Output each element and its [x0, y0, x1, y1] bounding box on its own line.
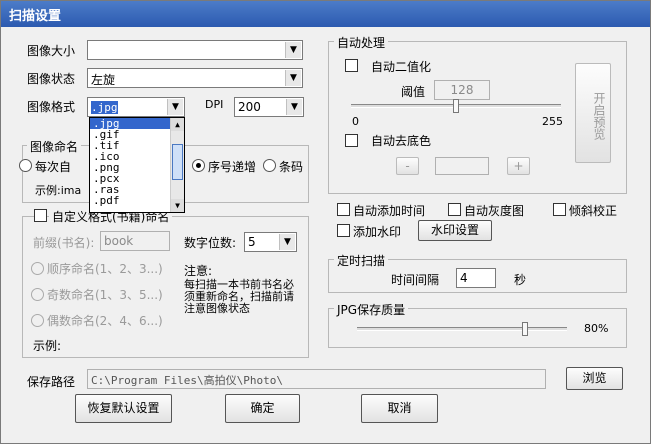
- dpi-label: DPI: [205, 98, 224, 111]
- window-title: 扫描设置: [9, 9, 62, 24]
- image-size-label: 图像大小: [27, 44, 76, 58]
- add-watermark-label: 添加水印: [353, 225, 402, 239]
- slider-max-label: 255: [542, 115, 563, 128]
- chevron-down-icon[interactable]: ▼: [285, 42, 301, 58]
- naming-group-title: 图像命名: [27, 138, 82, 155]
- auto-bg-label: 自动去底色: [371, 134, 432, 148]
- image-state-combo[interactable]: 左旋 ▼: [87, 68, 303, 88]
- title-bar: 扫描设置: [1, 1, 650, 27]
- chevron-down-icon[interactable]: ▼: [279, 234, 295, 250]
- preview-toggle-label: 开启预览: [592, 92, 606, 140]
- threshold-label: 阈值: [401, 85, 426, 99]
- jpg-quality-slider-track[interactable]: [357, 327, 567, 331]
- threshold-slider-thumb[interactable]: [453, 99, 459, 113]
- auto-bg-checkbox[interactable]: [345, 134, 358, 147]
- image-format-dropdown[interactable]: .jpg .gif .tif .ico .png .pcx .ras .pdf ▲ ▼: [89, 117, 185, 213]
- chevron-down-icon[interactable]: ▼: [286, 99, 302, 115]
- add-watermark-checkbox[interactable]: [337, 224, 350, 237]
- preview-toggle-button[interactable]: 开启预览: [575, 63, 611, 163]
- plus-icon: +: [513, 159, 524, 173]
- chevron-down-icon[interactable]: ▼: [285, 70, 301, 86]
- increase-button[interactable]: +: [507, 157, 530, 175]
- radio-barcode[interactable]: [263, 159, 276, 172]
- naming-example: 示例:ima: [35, 184, 82, 197]
- radio-sequence[interactable]: [192, 159, 205, 172]
- image-state-value: 左旋: [91, 73, 116, 87]
- radio-sequential[interactable]: [31, 262, 44, 275]
- save-path-label: 保存路径: [27, 375, 76, 389]
- radio-odd-label: 奇数命名(1、3、5...): [47, 288, 163, 302]
- auto-binarize-checkbox[interactable]: [345, 59, 358, 72]
- radio-sequential-label: 顺序命名(1、2、3...): [47, 262, 163, 276]
- cancel-button-label: 取消: [387, 401, 412, 415]
- watermark-settings-button[interactable]: 水印设置: [418, 220, 492, 241]
- save-path-value: C:\Program Files\高拍仪\Photo\: [91, 374, 283, 387]
- image-size-combo[interactable]: ▼: [87, 40, 303, 60]
- radio-odd[interactable]: [31, 288, 44, 301]
- note-text: 每扫描一本书前书名必须重新命名，扫描前请注意图像状态: [184, 278, 294, 315]
- prefix-value: book: [104, 234, 134, 248]
- dropdown-scrollbar[interactable]: ▲ ▼: [170, 118, 184, 212]
- dpi-value: 200: [238, 100, 261, 114]
- auto-gray-checkbox[interactable]: [448, 203, 461, 216]
- note-title: 注意:: [184, 264, 213, 278]
- dpi-combo[interactable]: 200 ▼: [234, 97, 304, 117]
- custom-naming-checkbox[interactable]: [34, 209, 47, 222]
- radio-barcode-label: 条码: [279, 160, 304, 174]
- jpg-quality-title: JPG保存质量: [334, 301, 409, 318]
- custom-example-label: 示例:: [33, 339, 62, 353]
- save-path-input[interactable]: C:\Program Files\高拍仪\Photo\: [87, 369, 546, 389]
- digits-value: 5: [248, 235, 256, 249]
- timer-title: 定时扫描: [334, 252, 389, 269]
- image-format-label: 图像格式: [27, 100, 76, 114]
- slider-min-label: 0: [352, 115, 359, 128]
- add-time-checkbox[interactable]: [337, 203, 350, 216]
- add-time-label: 自动添加时间: [353, 204, 426, 218]
- cancel-button[interactable]: 取消: [361, 394, 438, 423]
- browse-button-label: 浏览: [582, 371, 607, 385]
- restore-defaults-label: 恢复默认设置: [87, 401, 160, 415]
- bg-value-input[interactable]: [435, 157, 489, 175]
- image-format-value: .jpg: [91, 101, 118, 114]
- restore-defaults-button[interactable]: 恢复默认设置: [75, 394, 172, 423]
- threshold-value: 128: [450, 83, 474, 97]
- auto-binarize-label: 自动二值化: [371, 60, 432, 74]
- jpg-quality-slider-thumb[interactable]: [522, 322, 528, 336]
- ok-button-label: 确定: [250, 401, 275, 415]
- prefix-input[interactable]: book: [100, 231, 170, 251]
- radio-each-time[interactable]: [19, 159, 32, 172]
- digits-label: 数字位数:: [184, 236, 237, 250]
- digits-combo[interactable]: 5 ▼: [244, 232, 297, 252]
- decrease-button[interactable]: -: [396, 157, 419, 175]
- watermark-settings-label: 水印设置: [430, 223, 479, 237]
- interval-label: 时间间隔: [391, 273, 440, 287]
- auto-gray-label: 自动灰度图: [464, 204, 525, 218]
- image-state-label: 图像状态: [27, 72, 76, 86]
- chevron-up-icon[interactable]: ▲: [171, 118, 184, 131]
- interval-input[interactable]: 4: [456, 268, 496, 288]
- threshold-input[interactable]: 128: [434, 80, 490, 100]
- browse-button[interactable]: 浏览: [566, 367, 623, 390]
- chevron-down-icon[interactable]: ▼: [171, 199, 184, 212]
- ok-button[interactable]: 确定: [225, 394, 300, 423]
- radio-each-time-label: 每次自: [35, 160, 72, 174]
- deskew-checkbox[interactable]: [553, 203, 566, 216]
- scan-settings-window: 扫描设置 图像大小 ▼ 图像状态 左旋 ▼ 图像格式 .jpg ▼ DPI 20…: [0, 0, 651, 444]
- deskew-label: 倾斜校正: [569, 204, 618, 218]
- image-format-combo[interactable]: .jpg ▼: [87, 97, 185, 117]
- interval-value: 4: [460, 271, 468, 285]
- radio-sequence-label: 序号递增: [208, 160, 257, 174]
- auto-process-title: 自动处理: [334, 34, 389, 51]
- minus-icon: -: [405, 159, 410, 173]
- prefix-label: 前缀(书名):: [33, 236, 95, 250]
- scrollbar-thumb[interactable]: [172, 144, 183, 180]
- jpg-quality-value: 80%: [584, 322, 609, 335]
- radio-even[interactable]: [31, 314, 44, 327]
- interval-unit: 秒: [514, 273, 527, 287]
- chevron-down-icon[interactable]: ▼: [167, 99, 183, 115]
- radio-even-label: 偶数命名(2、4、6...): [47, 314, 163, 328]
